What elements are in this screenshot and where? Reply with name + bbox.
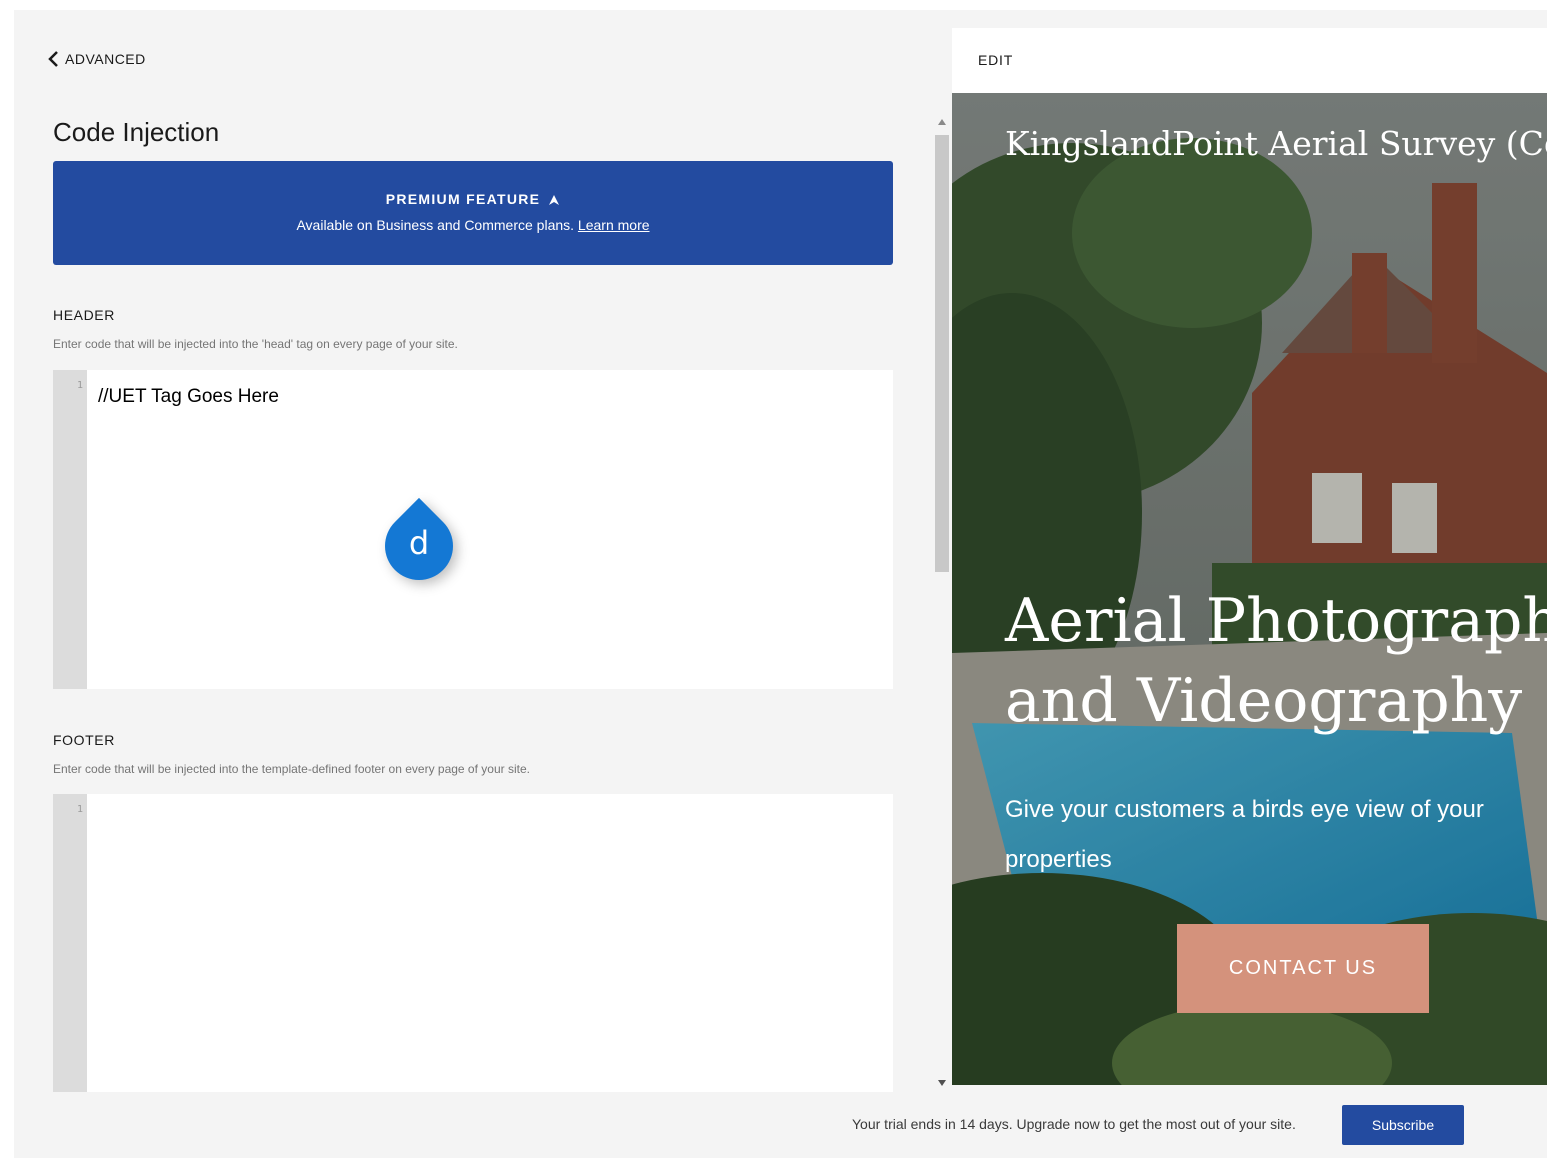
learn-more-link[interactable]: Learn more <box>578 217 650 233</box>
line-gutter: 1 <box>53 794 87 1092</box>
site-title-link[interactable]: KingslandPoint Aerial Survey (Copy) <box>1005 124 1547 163</box>
hero-section: KingslandPoint Aerial Survey (Copy) Aeri… <box>952 93 1547 1085</box>
premium-description: Available on Business and Commerce plans… <box>296 217 575 233</box>
premium-description-row: Available on Business and Commerce plans… <box>53 217 893 233</box>
hero-subheading: Give your customers a birds eye view of … <box>1005 796 1484 873</box>
chevron-left-icon <box>48 51 58 67</box>
header-code-editor[interactable]: 1 //UET Tag Goes Here <box>53 370 893 689</box>
contact-us-button[interactable]: CONTACT US <box>1177 924 1429 1013</box>
premium-title-row: PREMIUM FEATURE <box>53 191 893 207</box>
scroll-down-arrow-icon[interactable] <box>933 1076 950 1090</box>
hero-heading: Aerial Photography and Videography <box>1005 581 1547 741</box>
arrow-up-icon <box>549 195 560 205</box>
footer-section-label: FOOTER <box>53 732 115 748</box>
subscribe-button[interactable]: Subscribe <box>1342 1105 1464 1145</box>
line-gutter: 1 <box>53 370 87 689</box>
preview-toolbar: EDIT <box>952 28 1547 93</box>
scroll-thumb[interactable] <box>935 135 949 572</box>
hero-heading-line-1: Aerial Photography <box>1005 586 1547 656</box>
header-section-help: Enter code that will be injected into th… <box>53 337 458 351</box>
edit-button[interactable]: EDIT <box>978 52 1013 68</box>
code-line[interactable]: //UET Tag Goes Here <box>98 386 279 408</box>
line-number: 1 <box>76 380 83 391</box>
site-preview: EDIT KingslandPoint Aerial Survey (C Aer… <box>952 28 1547 1085</box>
cursor-badge-icon: d <box>370 497 468 595</box>
premium-feature-banner: PREMIUM FEATURE Available on Business an… <box>53 161 893 265</box>
page-title: Code Injection <box>53 117 220 147</box>
header-section-label: HEADER <box>53 307 115 323</box>
line-number: 1 <box>76 804 83 815</box>
panel-scrollbar[interactable] <box>933 115 950 1090</box>
back-to-advanced-link[interactable]: ADVANCED <box>47 50 146 68</box>
premium-title: PREMIUM FEATURE <box>385 191 541 207</box>
footer-code-editor[interactable]: 1 <box>53 794 893 1092</box>
trial-notice: Your trial ends in 14 days. Upgrade now … <box>852 1116 1296 1132</box>
hero-heading-line-2: and Videography <box>1005 666 1523 736</box>
footer-section-help: Enter code that will be injected into th… <box>53 762 530 776</box>
cursor-badge-letter: d <box>408 524 430 562</box>
back-label: ADVANCED <box>65 51 146 67</box>
scroll-up-arrow-icon[interactable] <box>933 115 950 129</box>
